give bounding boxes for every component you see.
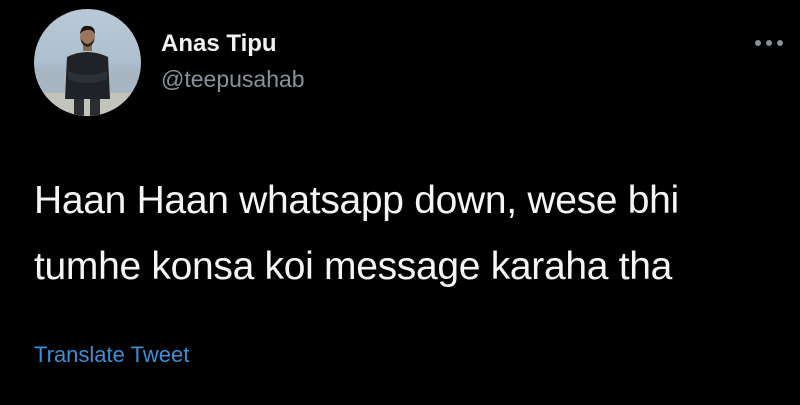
tweet-card: Anas Tipu @teepusahab Haan Haan whatsapp…	[0, 0, 800, 405]
user-handle[interactable]: @teepusahab	[161, 66, 305, 93]
translate-tweet-link[interactable]: Translate Tweet	[34, 342, 189, 368]
avatar[interactable]	[34, 9, 141, 116]
tweet-text-line: tumhe konsa koi message karaha tha	[34, 245, 673, 288]
tweet-text-line: Haan Haan whatsapp down, wese bhi	[34, 179, 679, 222]
tweet-text: Haan Haan whatsapp down, wese bhi tumhe …	[34, 168, 774, 300]
more-options-button[interactable]	[752, 30, 786, 56]
display-name[interactable]: Anas Tipu	[161, 30, 277, 58]
profile-photo	[34, 25, 141, 116]
more-horizontal-icon	[755, 40, 783, 46]
